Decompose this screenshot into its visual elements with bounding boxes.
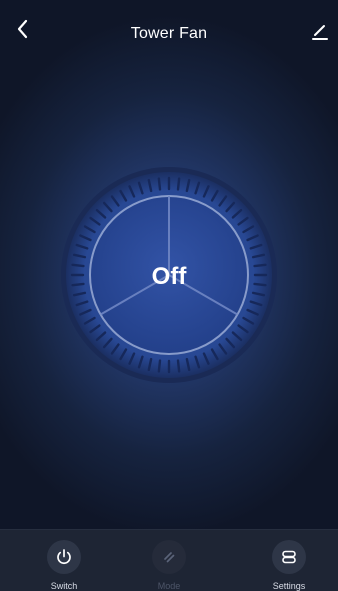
settings-button[interactable]: Settings xyxy=(259,540,319,591)
mode-button[interactable]: Mode xyxy=(139,540,199,591)
settings-button-circle[interactable] xyxy=(272,540,306,574)
power-icon xyxy=(57,549,71,565)
bottom-action-bar: Switch Mode Settings xyxy=(0,529,338,591)
mode-icon xyxy=(164,552,175,563)
page-title: Tower Fan xyxy=(130,25,208,42)
switch-button[interactable]: Switch xyxy=(34,540,94,591)
switch-label: Switch xyxy=(50,581,78,591)
edit-button[interactable] xyxy=(310,22,330,42)
fan-dial[interactable]: Off xyxy=(59,165,279,385)
settings-icon xyxy=(282,550,296,564)
dial-tick xyxy=(157,359,162,373)
dial-tick xyxy=(176,177,181,191)
fan-status-text: Off xyxy=(151,263,187,290)
mode-button-circle[interactable] xyxy=(152,540,186,574)
pencil-icon xyxy=(312,25,328,40)
dial-tick xyxy=(157,177,162,191)
fan-control-screen: Tower Fan Off Switch Mode Settings xyxy=(0,0,338,591)
top-bar: Tower Fan xyxy=(0,0,338,56)
dial-tick xyxy=(176,359,181,373)
switch-button-circle[interactable] xyxy=(47,540,81,574)
settings-label: Settings xyxy=(272,581,306,591)
mode-label: Mode xyxy=(157,581,181,591)
